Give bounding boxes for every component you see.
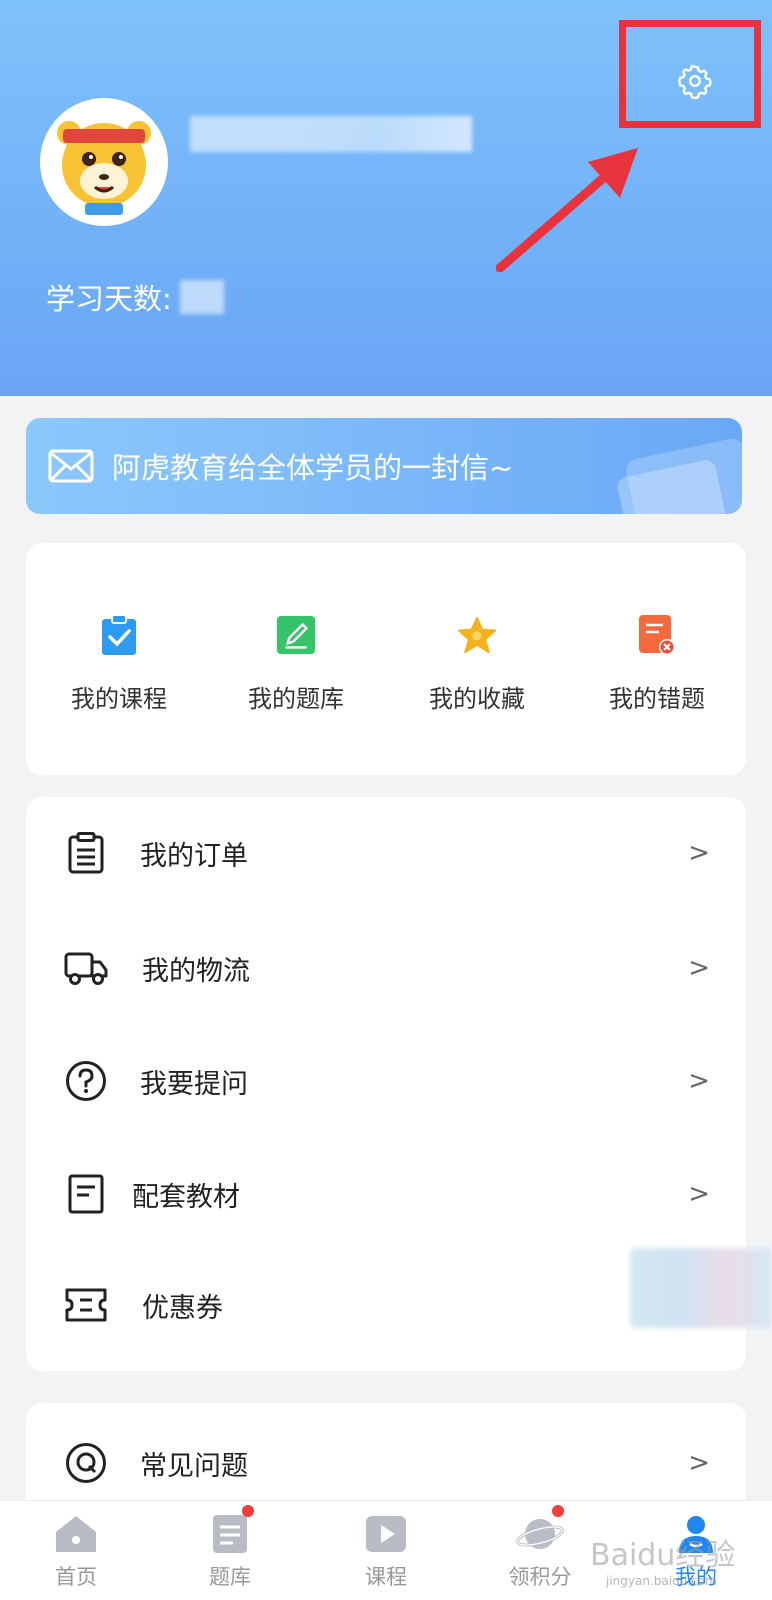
quick-label: 我的错题 <box>609 685 705 713</box>
quick-my-mistakes[interactable]: 我的错题 <box>577 613 737 714</box>
quick-my-question-bank[interactable]: 我的题库 <box>216 613 376 714</box>
play-icon <box>362 1511 410 1557</box>
doc-icon <box>206 1505 254 1557</box>
tiger-mascot-icon <box>57 121 151 215</box>
badge-dot <box>552 1505 564 1517</box>
home-icon <box>52 1511 100 1557</box>
book-icon <box>64 1172 108 1216</box>
profile-header: 学习天数: <box>0 0 772 396</box>
bottom-tab-bar: 首页 题库 课程 领积分 我的 <box>0 1500 772 1600</box>
settings-button[interactable] <box>674 60 716 102</box>
menu-label: 优惠券 <box>142 1292 223 1324</box>
tab-label: 课程 <box>365 1565 407 1589</box>
mail-icon <box>48 449 94 483</box>
wrong-doc-icon <box>637 613 677 657</box>
menu-label: 我的订单 <box>140 840 248 872</box>
menu-label: 我要提问 <box>140 1068 248 1100</box>
chevron-right-icon: > <box>688 1179 710 1209</box>
badge-dot <box>242 1505 254 1517</box>
tab-courses[interactable]: 课程 <box>326 1511 446 1591</box>
quick-actions-card: 我的课程 我的题库 我的收藏 我的错题 <box>26 543 746 775</box>
study-days-label: 学习天数: <box>46 282 172 316</box>
quick-my-favorites[interactable]: 我的收藏 <box>397 613 557 714</box>
tab-earn-points[interactable]: 领积分 <box>480 1505 600 1591</box>
tab-question-bank[interactable]: 题库 <box>170 1505 290 1591</box>
floating-widget-blurred[interactable] <box>630 1248 772 1328</box>
menu-item-my-logistics[interactable]: 我的物流 > <box>26 918 746 1018</box>
chevron-right-icon: > <box>688 953 710 983</box>
annotation-arrow-icon <box>496 148 638 272</box>
menu-label: 常见问题 <box>140 1450 248 1482</box>
chevron-right-icon: > <box>688 1066 710 1096</box>
menu-label: 我的物流 <box>142 955 250 987</box>
tab-mine[interactable]: 我的 <box>636 1511 756 1591</box>
coupon-icon <box>64 1283 108 1327</box>
letter-banner[interactable]: 阿虎教育给全体学员的一封信~ <box>26 418 742 514</box>
tab-label: 题库 <box>209 1565 251 1589</box>
menu-item-my-orders[interactable]: 我的订单 > <box>26 803 746 903</box>
quick-label: 我的收藏 <box>429 685 525 713</box>
username-blurred <box>190 116 472 152</box>
tab-label: 领积分 <box>508 1565 572 1589</box>
planet-icon <box>516 1505 564 1557</box>
truck-icon <box>64 946 108 990</box>
chevron-right-icon: > <box>688 1448 710 1478</box>
avatar[interactable] <box>40 98 168 226</box>
quick-label: 我的题库 <box>248 685 344 713</box>
menu-item-ask-question[interactable]: 我要提问 > <box>26 1031 746 1131</box>
edit-note-icon <box>276 613 316 657</box>
menu-item-faq[interactable]: 常见问题 > <box>26 1413 746 1513</box>
letter-banner-text: 阿虎教育给全体学员的一封信~ <box>112 451 514 485</box>
tab-label: 首页 <box>55 1565 97 1589</box>
menu-label: 配套教材 <box>132 1181 240 1213</box>
order-clipboard-icon <box>64 831 108 875</box>
study-days: 学习天数: <box>46 276 224 318</box>
q-circle-icon <box>64 1441 108 1485</box>
gear-icon <box>678 64 712 99</box>
user-icon <box>672 1511 720 1557</box>
menu-item-textbooks[interactable]: 配套教材 > <box>26 1144 746 1244</box>
quick-my-courses[interactable]: 我的课程 <box>39 613 199 714</box>
star-icon <box>457 613 497 657</box>
quick-label: 我的课程 <box>71 685 167 713</box>
study-days-value-blurred <box>179 280 224 314</box>
tab-home[interactable]: 首页 <box>16 1511 136 1591</box>
clipboard-check-icon <box>99 613 139 657</box>
chevron-right-icon: > <box>688 838 710 868</box>
question-icon <box>64 1059 108 1103</box>
tab-label: 我的 <box>675 1565 717 1589</box>
